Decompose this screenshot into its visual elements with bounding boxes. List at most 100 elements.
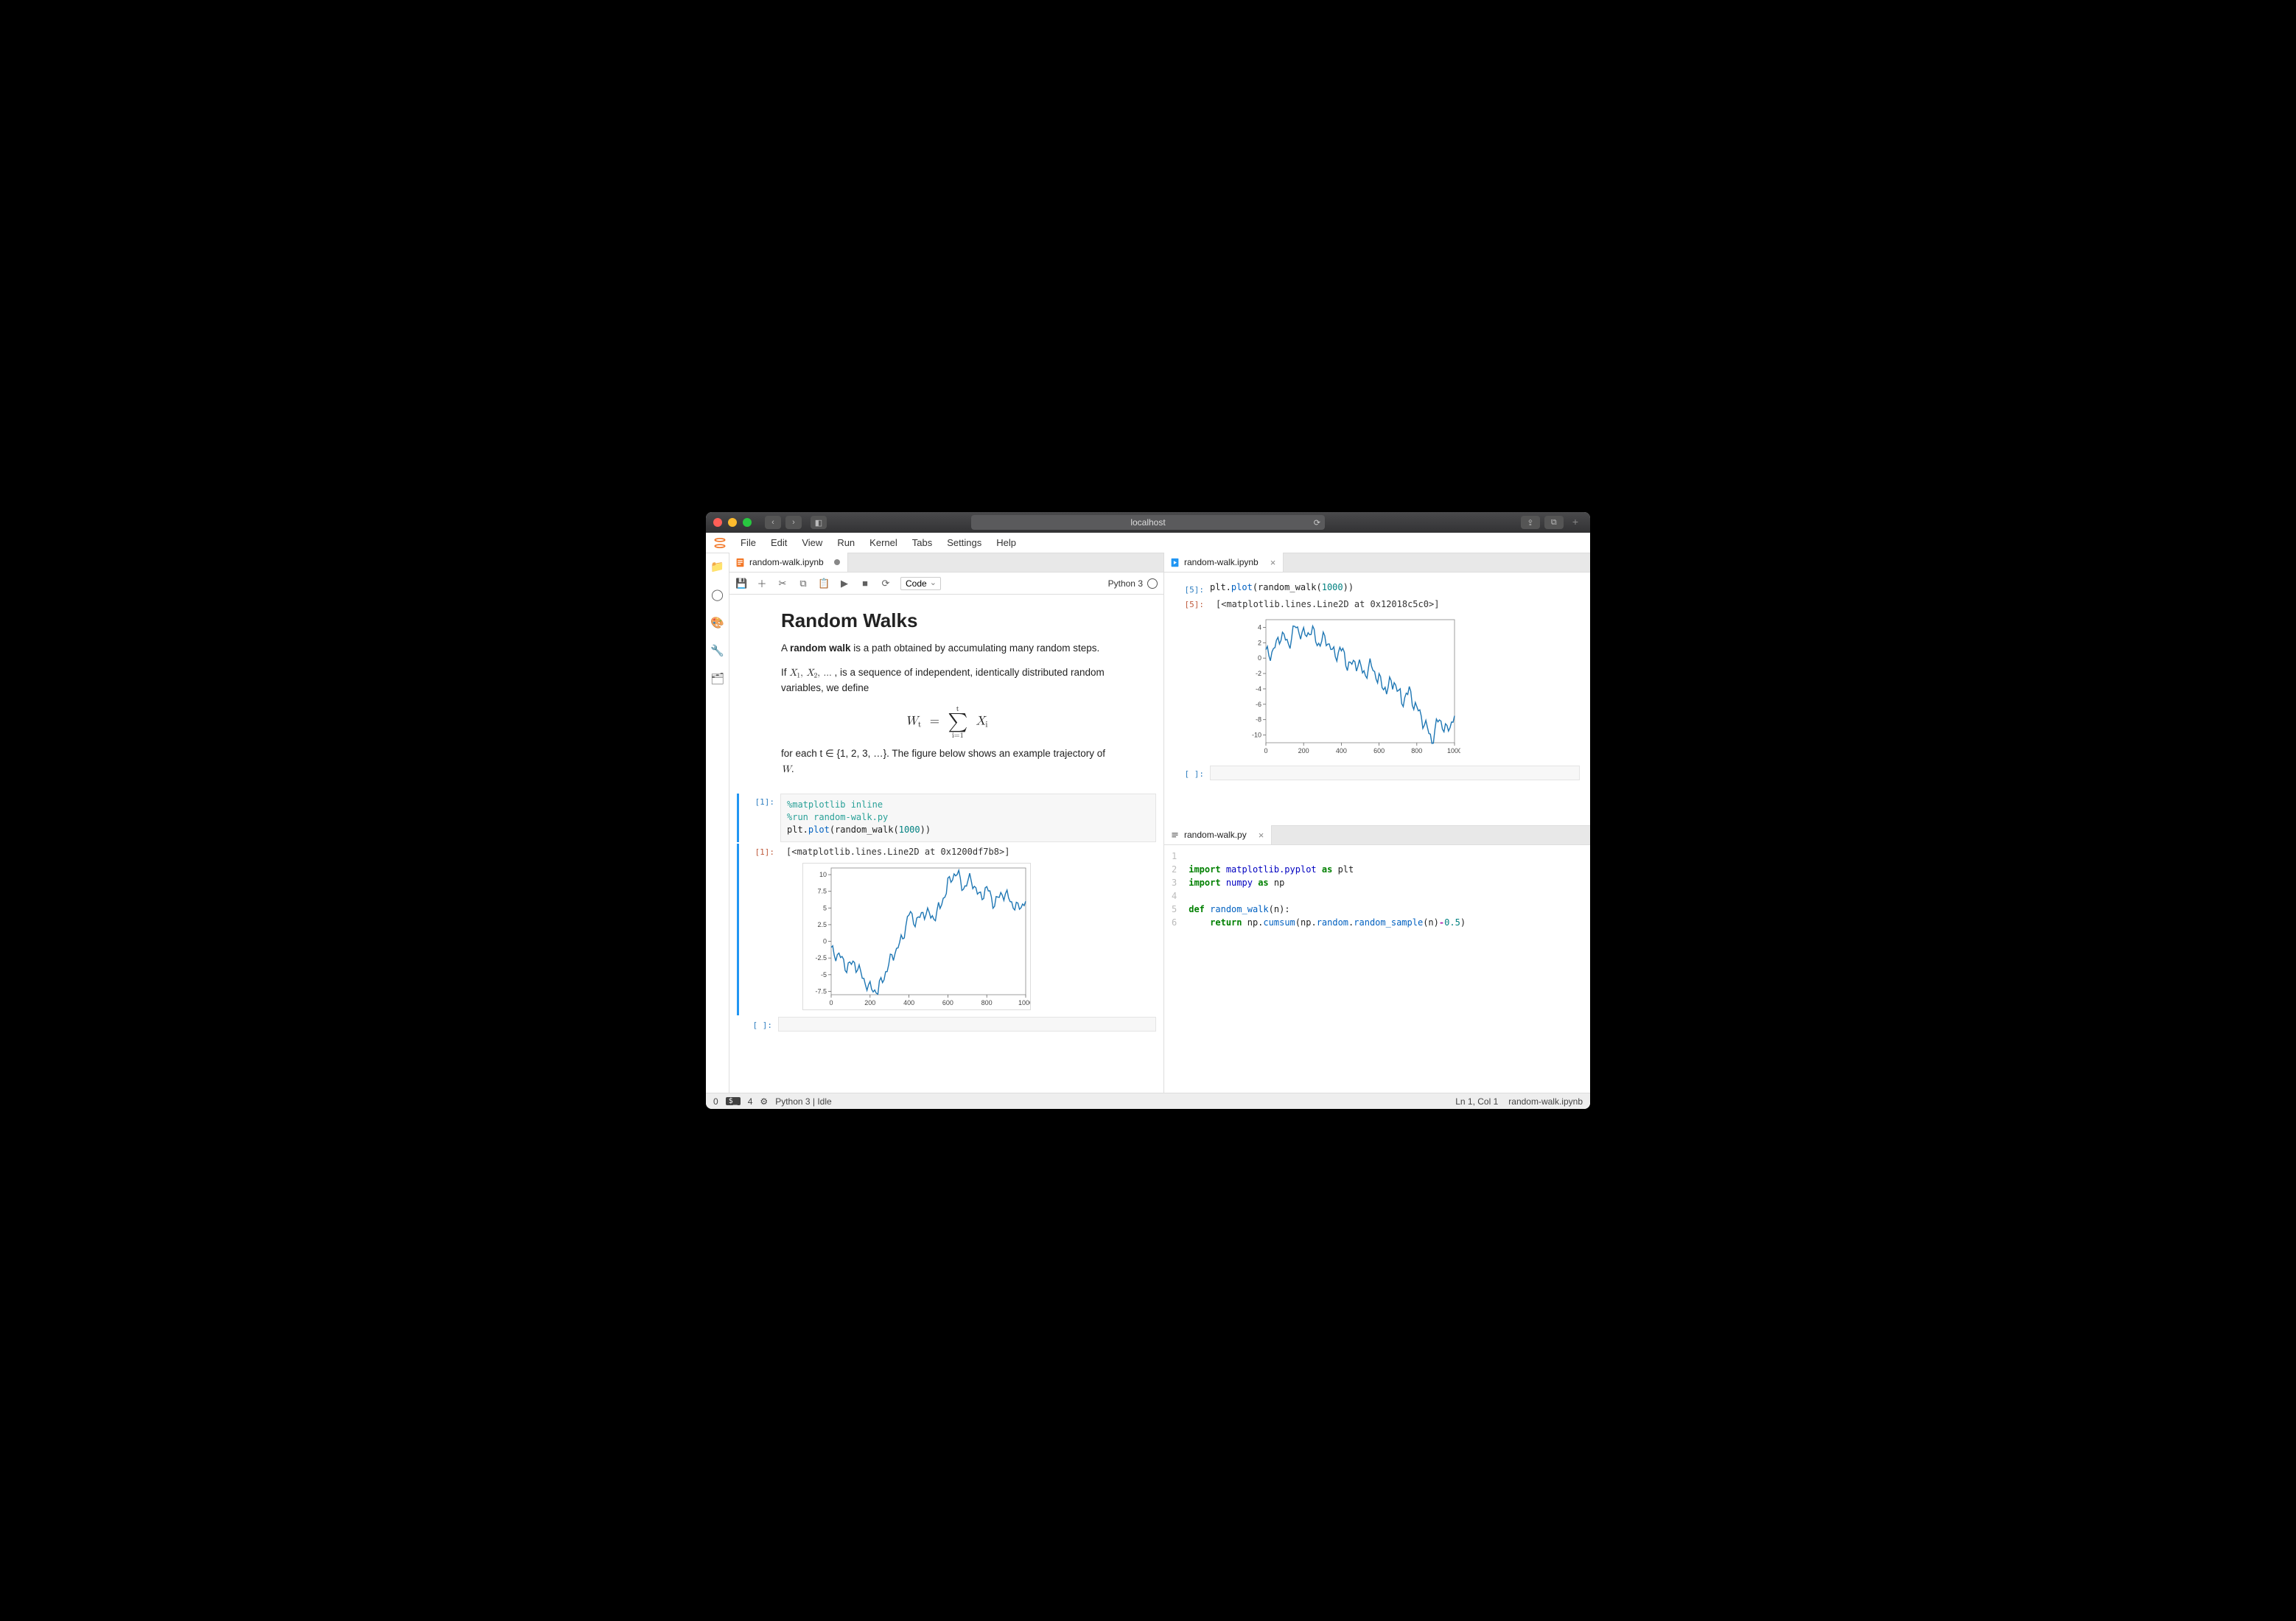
tab-random-walk-notebook-2[interactable]: random-walk.ipynb × <box>1164 553 1284 572</box>
notebook-body[interactable]: Random Walks A random walk is a path obt… <box>729 595 1163 1093</box>
window-minimize-button[interactable] <box>728 518 737 527</box>
terminals-icon[interactable]: $_ <box>726 1097 741 1105</box>
svg-text:0: 0 <box>829 999 833 1006</box>
svg-text:400: 400 <box>1336 747 1347 755</box>
left-tab-bar: random-walk.ipynb <box>729 553 1163 573</box>
paste-icon[interactable]: 📋 <box>818 578 830 589</box>
code-cell[interactable]: [5]: plt.plot(random_walk(1000)) <box>1175 581 1580 595</box>
right-pane: random-walk.ipynb × [5]: plt.plot(random… <box>1164 553 1590 1093</box>
svg-text:2: 2 <box>1258 639 1261 646</box>
prompt-in: [ ]: <box>1175 766 1210 780</box>
math-equation: Wt = t ∑ i=1 Xi <box>781 705 1112 739</box>
statusbar: 0 $_ 4 ⚙ Python 3 | Idle Ln 1, Col 1 ran… <box>706 1093 1590 1109</box>
show-sidebar-button[interactable]: ◧ <box>811 516 827 529</box>
menu-kernel[interactable]: Kernel <box>863 535 904 550</box>
restart-icon[interactable]: ⟳ <box>880 578 892 589</box>
output-cell: [1]: [<matplotlib.lines.Line2D at 0x1200… <box>737 844 1156 1015</box>
nav-back-button[interactable]: ‹ <box>765 516 781 529</box>
code-cell-empty[interactable]: [ ]: <box>1175 766 1580 780</box>
svg-text:-7.5: -7.5 <box>815 987 827 995</box>
menu-view[interactable]: View <box>795 535 829 550</box>
svg-text:600: 600 <box>1373 747 1385 755</box>
status-messages[interactable]: 0 <box>713 1096 718 1107</box>
reload-icon[interactable]: ⟳ <box>1314 518 1320 528</box>
copy-icon[interactable]: ⧉ <box>797 578 809 589</box>
tab-label: random-walk.ipynb <box>749 557 824 567</box>
plot-output: 02004006008001000-10-8-6-4-2024 <box>1239 615 1580 761</box>
insert-cell-icon[interactable]: ＋ <box>756 576 768 590</box>
menubar: File Edit View Run Kernel Tabs Settings … <box>706 533 1590 553</box>
notebook-body[interactable]: [5]: plt.plot(random_walk(1000)) [5]: [<… <box>1164 573 1590 825</box>
code-input[interactable] <box>778 1017 1156 1032</box>
menu-tabs[interactable]: Tabs <box>906 535 939 550</box>
window-controls <box>713 518 752 527</box>
svg-text:2.5: 2.5 <box>817 921 827 928</box>
plot-output: 02004006008001000-7.5-5-2.502.557.510 <box>802 863 1156 1012</box>
cell-type-select[interactable]: Code <box>900 577 941 590</box>
svg-text:4: 4 <box>1258 623 1261 631</box>
status-ln-col[interactable]: Ln 1, Col 1 <box>1455 1096 1498 1107</box>
commands-icon[interactable]: 🎨 <box>710 615 725 630</box>
status-kernel[interactable]: Python 3 | Idle <box>775 1096 832 1107</box>
file-browser-icon[interactable]: 📁 <box>710 559 725 574</box>
line-gutter: 1 2 3 4 5 6 <box>1164 845 1183 1093</box>
run-icon[interactable]: ▶ <box>839 578 850 589</box>
open-tabs-icon[interactable]: 🗂 <box>710 671 725 686</box>
svg-text:10: 10 <box>819 871 827 878</box>
svg-text:800: 800 <box>1411 747 1422 755</box>
code-cell[interactable]: [1]: %matplotlib inline %run random-walk… <box>737 794 1156 842</box>
svg-text:1000: 1000 <box>1447 747 1460 755</box>
prompt-out: [5]: <box>1175 596 1210 764</box>
svg-text:800: 800 <box>981 999 993 1006</box>
tabs-button[interactable]: ⧉ <box>1544 516 1564 529</box>
save-icon[interactable]: 💾 <box>735 578 747 589</box>
kernel-status-icon[interactable] <box>1147 578 1158 589</box>
tab-label: random-walk.py <box>1184 830 1247 840</box>
tab-close-icon[interactable]: × <box>1259 830 1264 841</box>
browser-window: ‹ › ◧ localhost ⟳ ⇪ ⧉ + File Edit View R… <box>706 512 1590 1109</box>
new-tab-button[interactable]: + <box>1568 516 1583 529</box>
svg-text:200: 200 <box>1298 747 1309 755</box>
notebook-icon <box>1170 558 1180 567</box>
tools-icon[interactable]: 🔧 <box>710 643 725 658</box>
code-input[interactable]: plt.plot(random_walk(1000)) <box>1210 581 1580 594</box>
share-button[interactable]: ⇪ <box>1521 516 1540 529</box>
prompt-in: [5]: <box>1175 581 1210 595</box>
stop-icon[interactable]: ■ <box>859 578 871 589</box>
url-bar[interactable]: localhost ⟳ <box>971 515 1325 530</box>
url-text: localhost <box>1130 517 1165 528</box>
menu-help[interactable]: Help <box>990 535 1023 550</box>
jupyter-logo-icon <box>712 535 728 551</box>
tab-random-walk-notebook[interactable]: random-walk.ipynb <box>729 553 848 572</box>
code-cell-empty[interactable]: [ ]: <box>737 1017 1156 1032</box>
tab-close-icon[interactable]: × <box>1270 557 1276 568</box>
tab-random-walk-py[interactable]: random-walk.py × <box>1164 825 1272 844</box>
code-input[interactable]: %matplotlib inline %run random-walk.py p… <box>780 794 1156 842</box>
menu-edit[interactable]: Edit <box>764 535 794 550</box>
prompt-in: [1]: <box>739 794 780 842</box>
menu-file[interactable]: File <box>734 535 763 550</box>
nav-forward-button[interactable]: › <box>785 516 802 529</box>
page-title: Random Walks <box>781 609 1112 632</box>
editor-content[interactable]: import matplotlib.pyplot as pltimport nu… <box>1183 845 1471 1093</box>
window-maximize-button[interactable] <box>743 518 752 527</box>
status-lsp-icon[interactable]: ⚙ <box>760 1096 768 1107</box>
kernel-name[interactable]: Python 3 <box>1108 578 1143 589</box>
output-cell: [5]: [<matplotlib.lines.Line2D at 0x1201… <box>1175 596 1580 764</box>
jupyterlab-app: File Edit View Run Kernel Tabs Settings … <box>706 533 1590 1109</box>
tab-label: random-walk.ipynb <box>1184 557 1259 567</box>
svg-text:400: 400 <box>903 999 914 1006</box>
cut-icon[interactable]: ✂ <box>777 578 788 589</box>
window-close-button[interactable] <box>713 518 722 527</box>
menu-settings[interactable]: Settings <box>940 535 988 550</box>
svg-text:-5: -5 <box>821 971 827 978</box>
svg-text:-6: -6 <box>1256 701 1261 708</box>
notebook-toolbar: 💾 ＋ ✂ ⧉ 📋 ▶ ■ ⟳ Code <box>729 573 1163 595</box>
menu-run[interactable]: Run <box>830 535 861 550</box>
code-input[interactable] <box>1210 766 1580 780</box>
python-editor[interactable]: 1 2 3 4 5 6 import matplotlib.pyplot as … <box>1164 845 1590 1093</box>
markdown-cell[interactable]: Random Walks A random walk is a path obt… <box>737 599 1156 792</box>
browser-titlebar: ‹ › ◧ localhost ⟳ ⇪ ⧉ + <box>706 512 1590 533</box>
matplotlib-figure: 02004006008001000-7.5-5-2.502.557.510 <box>802 863 1031 1010</box>
running-kernels-icon[interactable]: ◯ <box>710 587 725 602</box>
